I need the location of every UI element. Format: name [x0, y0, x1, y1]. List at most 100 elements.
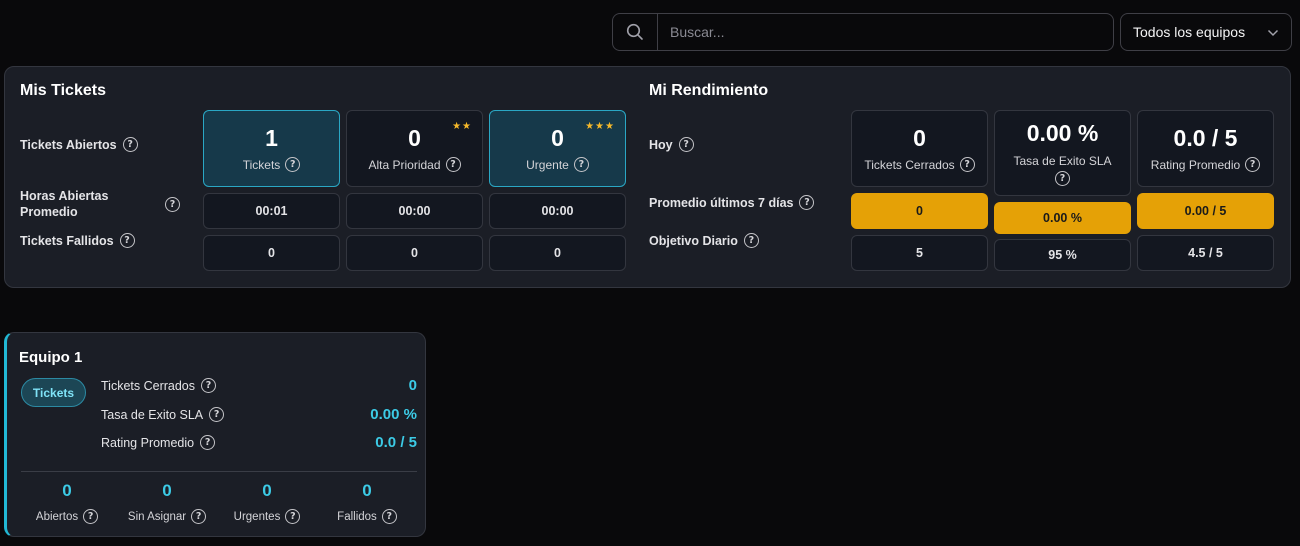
row-label-failed-text: Tickets Fallidos — [20, 233, 114, 248]
goal-cell: 5 — [851, 235, 988, 271]
help-icon[interactable]: ? — [191, 509, 207, 524]
team-stat-failed[interactable]: 0 Fallidos? — [317, 481, 417, 524]
team-stat-label: Sin Asignar? — [127, 509, 207, 524]
sla-rate-value: 0.00 % — [1026, 120, 1099, 147]
help-icon[interactable]: ? — [119, 233, 135, 248]
tickets-card[interactable]: 1 Tickets? — [203, 110, 340, 187]
help-icon[interactable]: ? — [678, 137, 694, 152]
tickets-label: Tickets? — [242, 157, 301, 173]
help-icon[interactable]: ? — [573, 157, 589, 173]
team-stat-value: 0 — [62, 481, 72, 500]
help-icon[interactable]: ? — [165, 197, 180, 213]
help-icon[interactable]: ? — [209, 407, 225, 422]
help-icon[interactable]: ? — [285, 157, 301, 173]
row-label-hours-text: Horas Abiertas Promedio — [20, 189, 109, 219]
team-stat-unassigned[interactable]: 0 Sin Asignar? — [117, 481, 217, 524]
rating-label: Rating Promedio? — [1150, 157, 1261, 173]
row-label-failed: Tickets Fallidos? — [20, 233, 135, 248]
team-card[interactable]: Equipo 1 Tickets Tickets Cerrados? 0 Tas… — [4, 332, 426, 537]
failed-cell: 0 — [346, 235, 483, 271]
row-label-today: Hoy? — [649, 137, 694, 152]
closed-tickets-label: Tickets Cerrados? — [864, 157, 975, 173]
help-icon[interactable]: ? — [799, 195, 815, 210]
team-name: Equipo 1 — [19, 349, 83, 366]
rating-label-text: Rating Promedio — [1150, 157, 1241, 172]
row-label-open-text: Tickets Abiertos — [20, 137, 117, 152]
search-box[interactable] — [612, 13, 1114, 51]
tickets-value: 1 — [265, 124, 278, 151]
dashboard-panel: Mis Tickets Tickets Abiertos? Horas Abie… — [4, 66, 1291, 288]
team-stat-label-text: Abiertos — [35, 510, 79, 523]
high-priority-card[interactable]: ★★ 0 Alta Prioridad? — [346, 110, 483, 187]
help-icon[interactable]: ? — [1055, 170, 1070, 186]
rating-value: 0.0 / 5 — [1173, 124, 1238, 151]
help-icon[interactable]: ? — [743, 233, 759, 248]
team-metric-label: Rating Promedio? — [101, 435, 216, 450]
sla-rate-label-text: Tasa de Exito SLA — [1013, 153, 1112, 168]
team-metric-value: 0.00 % — [370, 406, 417, 423]
help-icon[interactable]: ? — [122, 137, 138, 152]
team-stat-urgent[interactable]: 0 Urgentes? — [217, 481, 317, 524]
row-label-goal-text: Objetivo Diario — [649, 233, 738, 248]
failed-cell: 0 — [489, 235, 626, 271]
high-priority-label-text: Alta Prioridad — [368, 157, 441, 172]
team-stat-label: Urgentes? — [234, 509, 301, 524]
avg7-cell: 0.00 % — [994, 202, 1131, 234]
team-metric-row: Rating Promedio? 0.0 / 5 — [101, 434, 417, 451]
team-stat-label: Fallidos? — [337, 509, 397, 524]
team-metric-row: Tasa de Exito SLA? 0.00 % — [101, 406, 417, 423]
search-icon — [613, 14, 658, 50]
avg7-cell: 0 — [851, 193, 988, 229]
team-metric-label-text: Tasa de Exito SLA — [101, 407, 204, 422]
row-label-hours: Horas Abiertas Promedio? — [20, 189, 180, 220]
chevron-down-icon — [1267, 24, 1279, 40]
hours-cell: 00:01 — [203, 193, 340, 229]
help-icon[interactable]: ? — [381, 509, 397, 524]
team-filter-select[interactable]: Todos los equipos — [1120, 13, 1292, 51]
team-metric-value: 0 — [408, 377, 417, 394]
team-stat-label: Abiertos? — [35, 509, 99, 524]
help-icon[interactable]: ? — [285, 509, 301, 524]
sla-rate-card[interactable]: 0.00 % Tasa de Exito SLA? — [994, 110, 1131, 196]
avg7-cell: 0.00 / 5 — [1137, 193, 1274, 229]
star-icon: ★★ — [452, 121, 472, 132]
row-label-today-text: Hoy — [649, 137, 673, 152]
row-label-open: Tickets Abiertos? — [20, 137, 138, 152]
goal-cell: 95 % — [994, 239, 1131, 271]
hours-cell: 00:00 — [346, 193, 483, 229]
row-label-avg7: Promedio últimos 7 días? — [649, 195, 815, 210]
team-stat-label-text: Sin Asignar — [127, 510, 187, 523]
search-input[interactable] — [658, 14, 1113, 50]
row-label-avg7-text: Promedio últimos 7 días — [649, 195, 794, 210]
star-icon: ★★★ — [585, 121, 615, 132]
help-icon[interactable]: ? — [201, 378, 217, 393]
team-stat-value: 0 — [362, 481, 372, 500]
help-icon[interactable]: ? — [1245, 157, 1261, 173]
help-icon[interactable]: ? — [445, 157, 461, 173]
team-metric-value: 0.0 / 5 — [375, 434, 417, 451]
rendimiento-title: Mi Rendimiento — [649, 82, 769, 99]
tickets-label-text: Tickets — [242, 157, 281, 172]
team-metric-label-text: Rating Promedio — [101, 435, 195, 450]
goal-cell: 4.5 / 5 — [1137, 235, 1274, 271]
team-stat-value: 0 — [262, 481, 272, 500]
team-metric-label: Tasa de Exito SLA? — [101, 407, 225, 422]
help-icon[interactable]: ? — [83, 509, 99, 524]
closed-tickets-card[interactable]: 0 Tickets Cerrados? — [851, 110, 988, 187]
team-metric-label-text: Tickets Cerrados — [101, 378, 196, 393]
rating-card[interactable]: 0.0 / 5 Rating Promedio? — [1137, 110, 1274, 187]
help-icon[interactable]: ? — [959, 157, 975, 173]
help-icon[interactable]: ? — [200, 435, 216, 450]
failed-cell: 0 — [203, 235, 340, 271]
team-stat-value: 0 — [162, 481, 172, 500]
tickets-pill-button[interactable]: Tickets — [21, 378, 86, 407]
urgent-card[interactable]: ★★★ 0 Urgente? — [489, 110, 626, 187]
team-stat-label-text: Urgentes — [233, 510, 281, 523]
hours-cell: 00:00 — [489, 193, 626, 229]
mis-tickets-title: Mis Tickets — [20, 82, 106, 99]
urgent-value: 0 — [551, 124, 564, 151]
team-stat-open[interactable]: 0 Abiertos? — [17, 481, 117, 524]
team-metric-row: Tickets Cerrados? 0 — [101, 377, 417, 394]
high-priority-value: 0 — [408, 124, 421, 151]
urgent-label-text: Urgente — [526, 157, 569, 172]
